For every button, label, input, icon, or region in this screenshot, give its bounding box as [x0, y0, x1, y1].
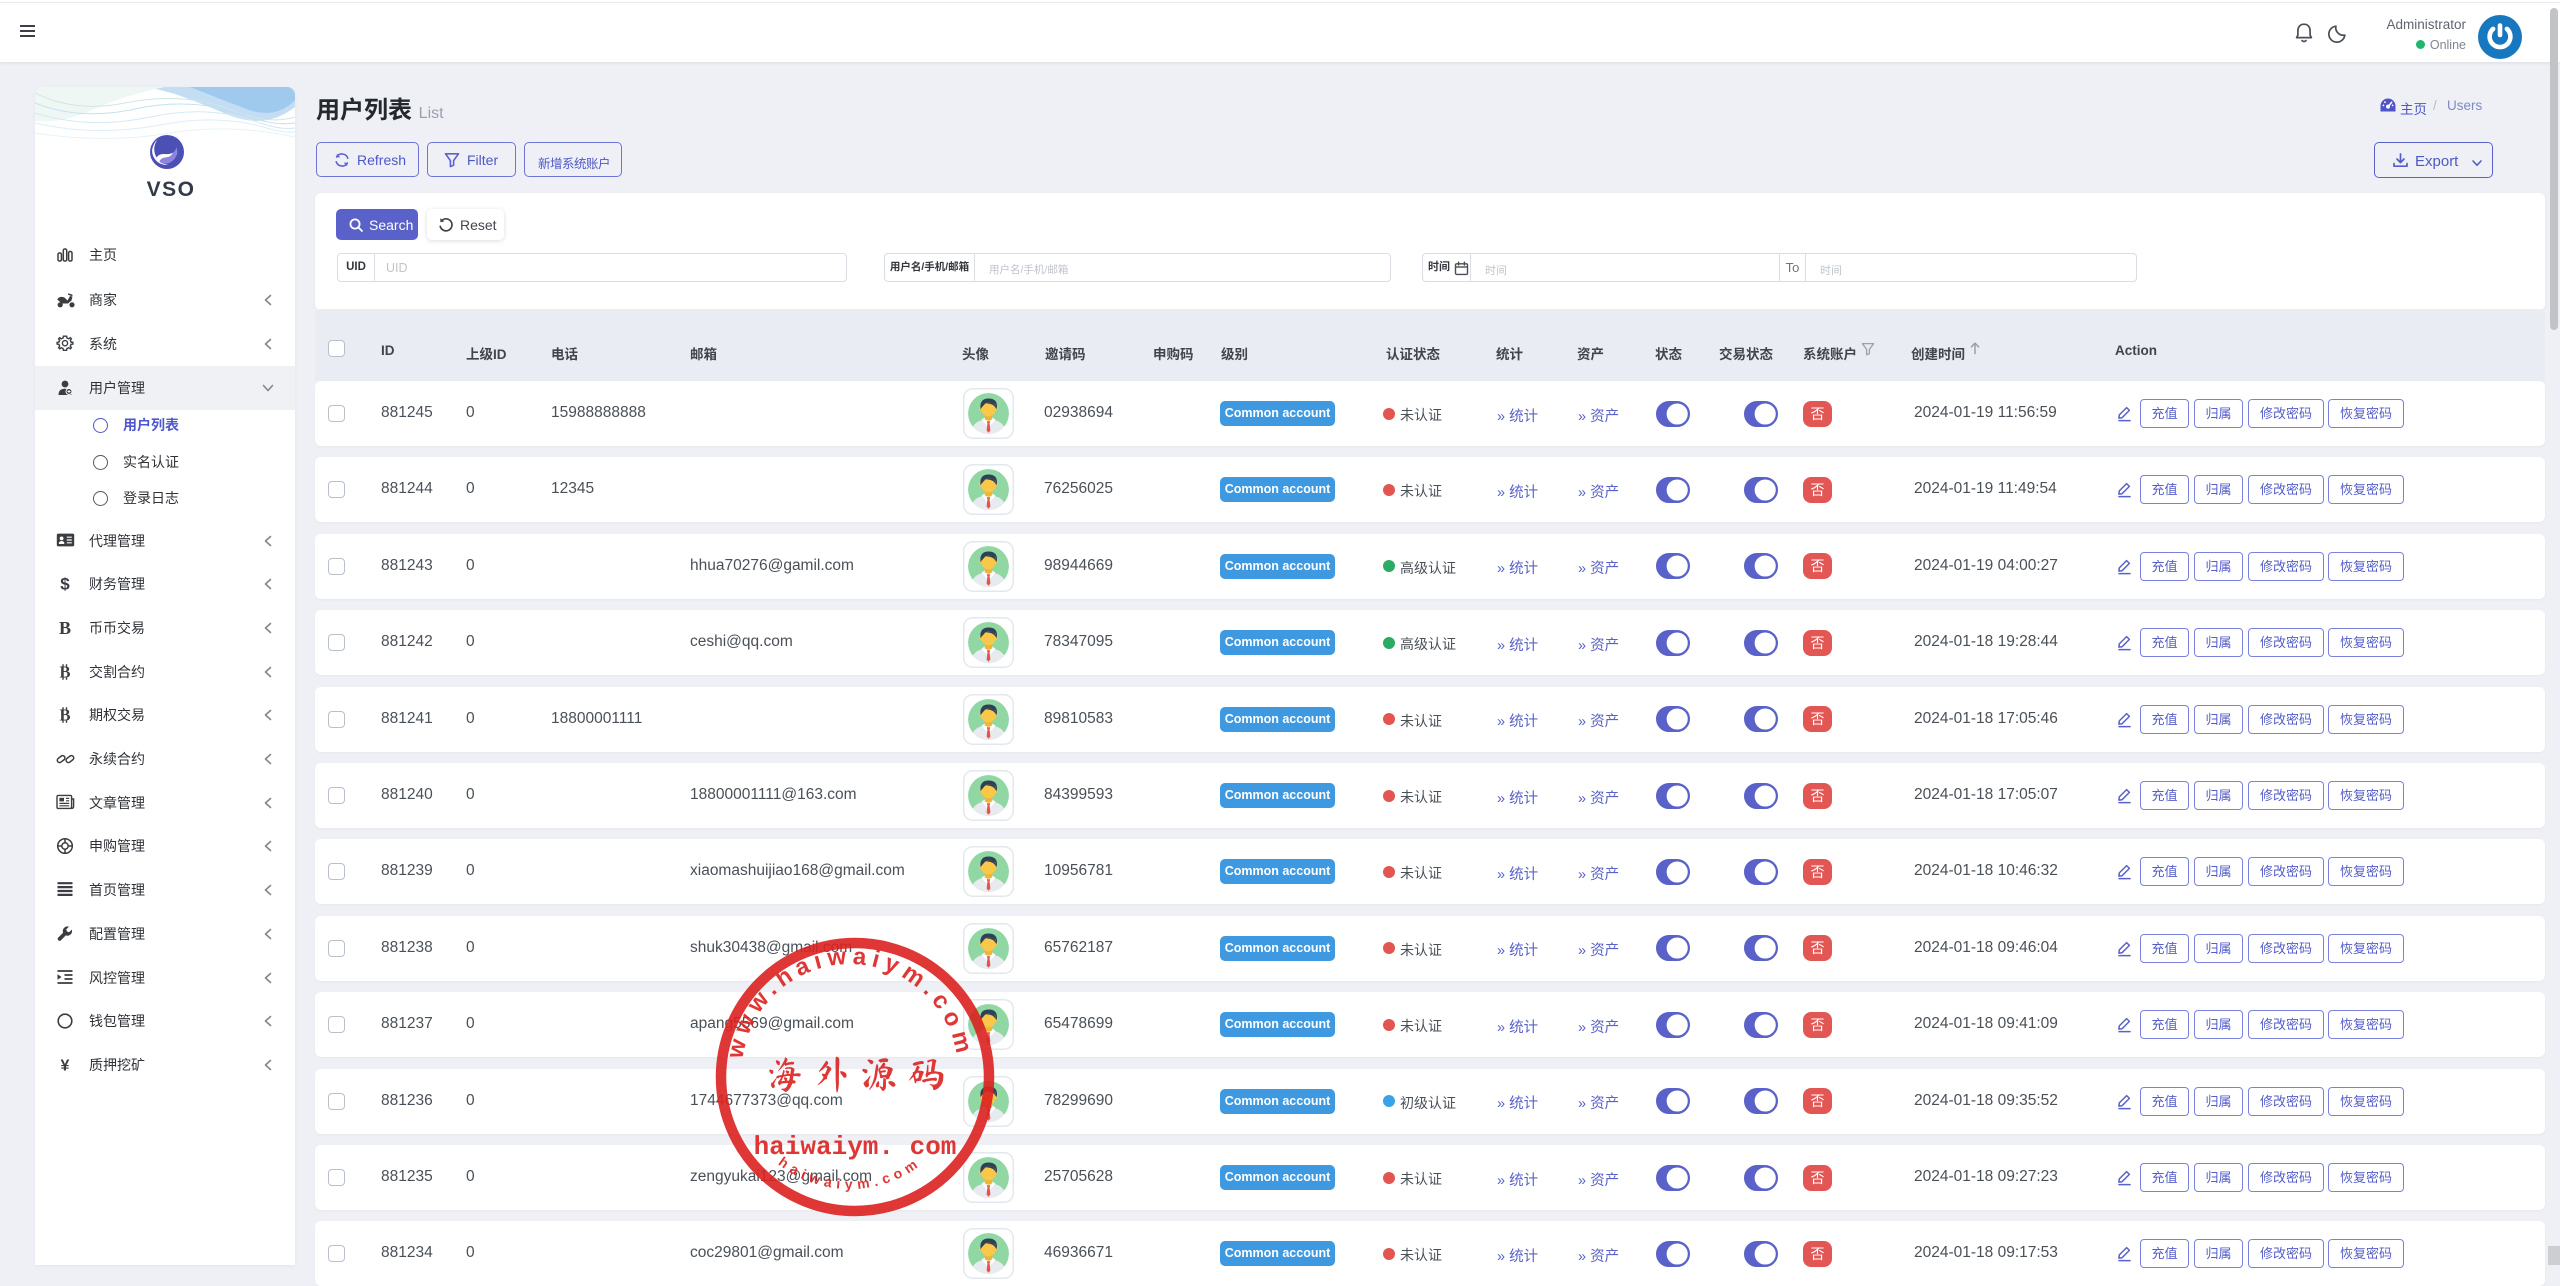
svg-text:B: B	[59, 619, 71, 637]
svg-text:www.haiwaiym.com: www.haiwaiym.com	[721, 943, 978, 1062]
svg-text:海外源码: 海外源码	[766, 1055, 954, 1093]
svg-text:B: B	[59, 706, 70, 724]
svg-text:$: $	[60, 575, 70, 593]
svg-text:¥: ¥	[61, 1057, 70, 1074]
svg-text:B: B	[59, 663, 70, 681]
